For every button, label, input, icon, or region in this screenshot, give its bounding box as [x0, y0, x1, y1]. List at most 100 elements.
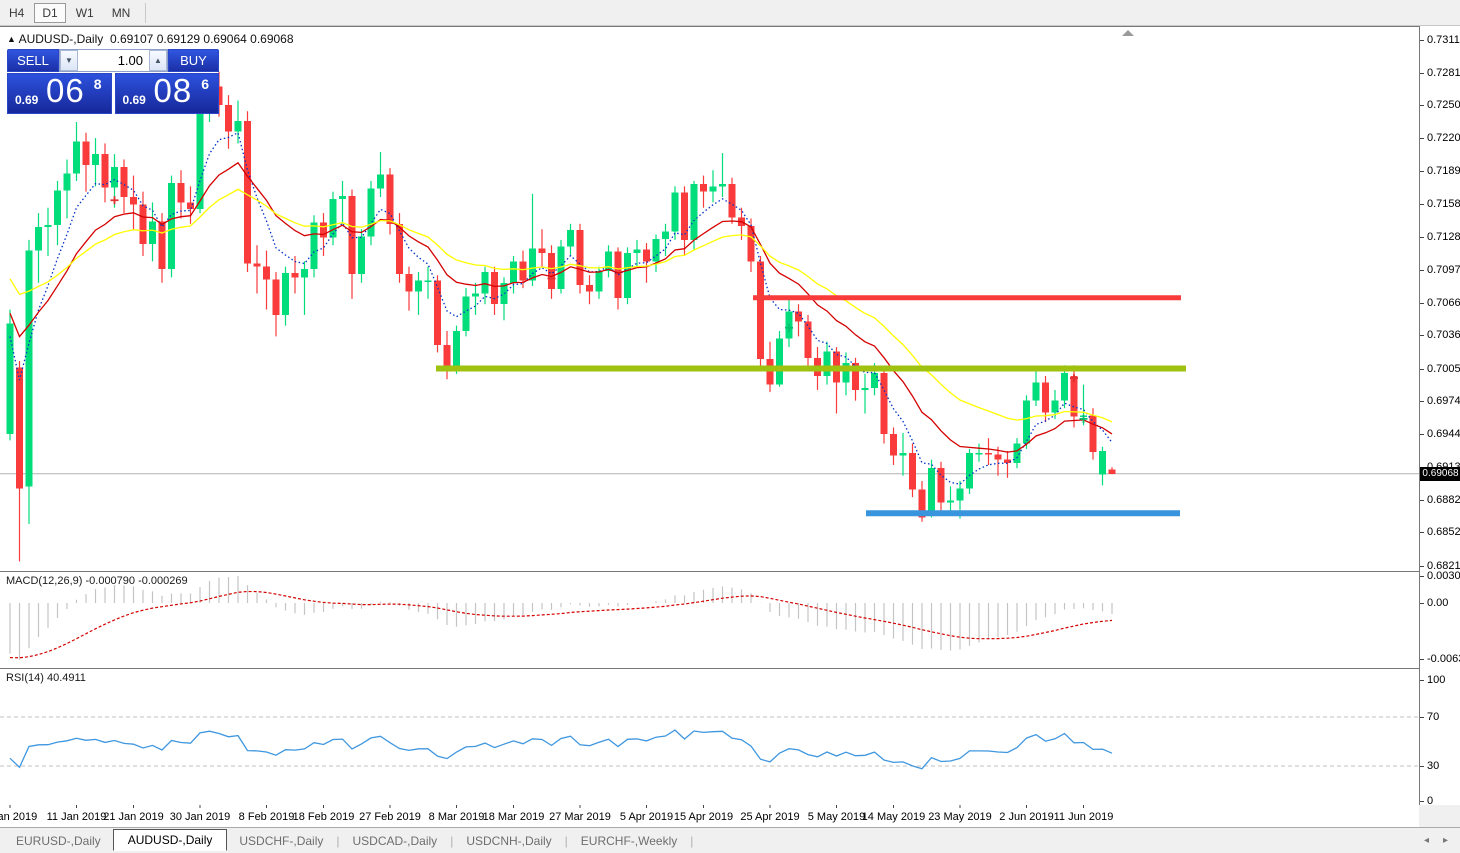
candle [653, 235, 660, 273]
candle [586, 275, 593, 304]
price-axis-label: 0.72810 [1427, 67, 1460, 79]
candle [795, 304, 802, 336]
candle [966, 449, 973, 494]
candle [1033, 371, 1040, 406]
buy-button[interactable]: BUY [168, 49, 219, 72]
candle [121, 160, 128, 214]
price-axis-label-tick [1420, 40, 1424, 41]
trade-marker-cross [111, 196, 119, 204]
price-axis-label-tick [1420, 204, 1424, 205]
timeframe-button-d1[interactable]: D1 [34, 3, 65, 23]
macd-axis-label: -0.006311 [1427, 653, 1460, 665]
tab-scroll-right-icon[interactable]: ▸ [1443, 835, 1448, 846]
price-axis-label: 0.68520 [1427, 526, 1460, 538]
price-axis-label: 0.72505 [1427, 99, 1460, 111]
candle [1109, 467, 1116, 474]
price-axis-label: 0.71585 [1427, 198, 1460, 210]
candle [35, 213, 42, 283]
macd-axis-label-tick [1420, 659, 1424, 660]
rsi-axis-label-tick [1420, 801, 1424, 802]
timeframe-button-h4[interactable]: H4 [1, 3, 32, 23]
candle [168, 176, 175, 278]
sell-price-big: 06 [46, 72, 85, 110]
chart-tab-audusd[interactable]: AUDUSD-,Daily [113, 829, 228, 851]
price-axis-label: 0.73115 [1427, 34, 1460, 46]
rsi-value: 40.4911 [47, 672, 86, 684]
candle [187, 186, 194, 224]
candle [406, 267, 413, 311]
candle [662, 224, 669, 256]
timeframe-toolbar: H4D1W1MN [0, 0, 1460, 26]
sell-button[interactable]: SELL [7, 49, 59, 72]
chart-tab-eurchf[interactable]: EURCHF-,Weekly [569, 831, 689, 851]
rsi-axis-label: 30 [1427, 760, 1439, 772]
candle [615, 247, 622, 309]
candle [938, 462, 945, 515]
chart-tab-usdcad[interactable]: USDCAD-,Daily [341, 831, 450, 851]
volume-input[interactable] [78, 50, 149, 71]
rsi-chart [0, 669, 1419, 804]
time-axis-label: 15 Apr 2019 [674, 811, 733, 823]
candle [45, 208, 52, 256]
candle [710, 170, 717, 202]
price-scale[interactable]: 0.731150.728100.725050.722000.718900.715… [1419, 26, 1460, 805]
candle [1014, 438, 1021, 468]
candle [833, 347, 840, 413]
candle [349, 190, 356, 299]
macd-axis-label-tick [1420, 603, 1424, 604]
candle [567, 224, 574, 256]
buy-price-button[interactable]: 0.69 08 6 [115, 73, 220, 114]
candle [881, 369, 888, 444]
candle [605, 245, 612, 277]
price-axis-label-tick [1420, 335, 1424, 336]
rsi-axis-label-tick [1420, 680, 1424, 681]
candle [368, 181, 375, 245]
candle [282, 267, 289, 326]
price-axis-label: 0.69745 [1427, 395, 1460, 407]
price-axis-label: 0.68825 [1427, 494, 1460, 506]
candle [444, 331, 451, 379]
volume-decrease-button[interactable]: ▼ [60, 50, 78, 71]
time-axis[interactable]: 2 Jan 201911 Jan 201921 Jan 201930 Jan 2… [0, 805, 1419, 827]
candle [700, 176, 707, 208]
tab-scroll-left-icon[interactable]: ◂ [1424, 835, 1429, 846]
timeframe-button-mn[interactable]: MN [104, 3, 139, 23]
chart-tab-eurusd[interactable]: EURUSD-,Daily [4, 831, 113, 851]
price-axis-label: 0.71280 [1427, 231, 1460, 243]
tab-separator: | [336, 834, 339, 848]
sell-price-pip: 8 [94, 76, 102, 92]
candle [73, 122, 80, 181]
candle [1099, 447, 1106, 486]
moving-average-14 [10, 163, 1112, 452]
price-chart-panel[interactable]: ▲ AUDUSD-,Daily 0.69107 0.69129 0.69064 … [0, 26, 1419, 573]
price-axis-label-tick [1420, 237, 1424, 238]
buy-price-prefix: 0.69 [123, 93, 146, 107]
tab-separator: | [450, 834, 453, 848]
candle [377, 152, 384, 197]
chart-tab-bar: EURUSD-,DailyAUDUSD-,DailyUSDCHF-,Daily|… [0, 827, 1460, 853]
symbol-name: AUDUSD-,Daily [19, 32, 104, 46]
one-click-collapse-icon[interactable]: ▲ [7, 34, 16, 44]
rsi-panel[interactable]: RSI(14) 40.4911 [0, 668, 1419, 807]
sell-price-button[interactable]: 0.69 06 8 [7, 73, 112, 114]
candle [83, 133, 90, 192]
volume-increase-button[interactable]: ▲ [149, 50, 167, 71]
timeframe-button-w1[interactable]: W1 [68, 3, 102, 23]
macd-panel[interactable]: MACD(12,26,9) -0.000790 -0.000269 [0, 571, 1419, 670]
time-axis-label: 5 May 2019 [808, 811, 865, 823]
candle [900, 433, 907, 476]
chart-tab-usdchf[interactable]: USDCHF-,Daily [227, 831, 335, 851]
candle [776, 331, 783, 387]
candle [539, 229, 546, 267]
candle [862, 374, 869, 414]
candle [358, 229, 365, 283]
candle [273, 272, 280, 336]
chart-shift-marker-icon[interactable] [1122, 30, 1134, 36]
candle [197, 97, 204, 213]
chart-tab-usdcnh[interactable]: USDCNH-,Daily [454, 831, 563, 851]
candle [1023, 395, 1030, 449]
candle [425, 267, 432, 299]
tab-separator: | [565, 834, 568, 848]
price-axis-label-tick [1420, 303, 1424, 304]
price-axis-label: 0.70360 [1427, 329, 1460, 341]
